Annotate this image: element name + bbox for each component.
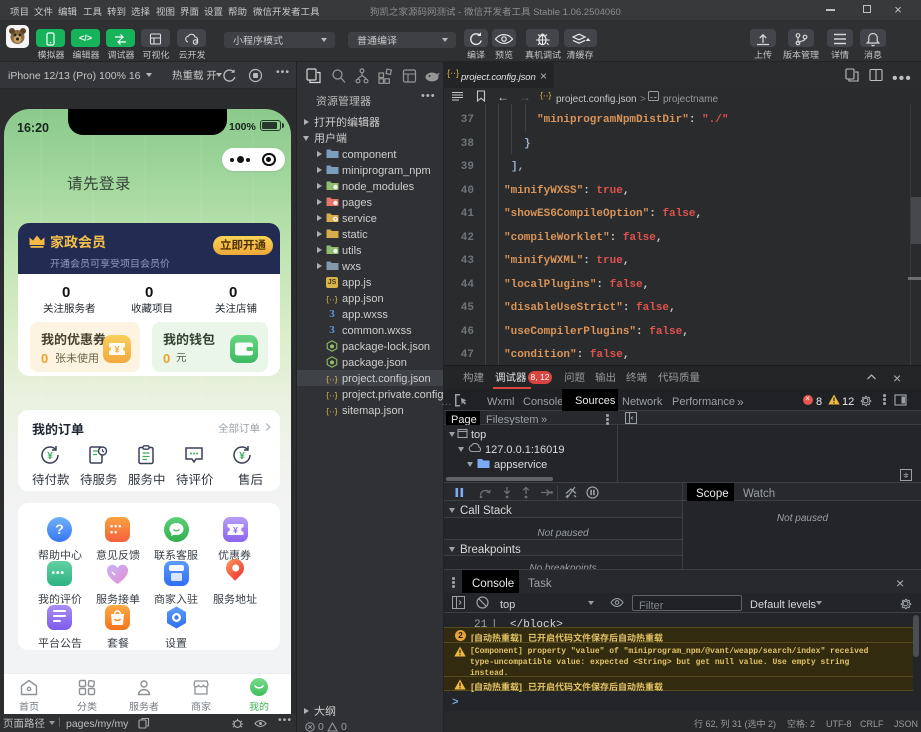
svg-text:¥: ¥ bbox=[47, 447, 53, 462]
svg-text:¥: ¥ bbox=[233, 524, 238, 536]
svg-text:¥: ¥ bbox=[239, 447, 245, 462]
